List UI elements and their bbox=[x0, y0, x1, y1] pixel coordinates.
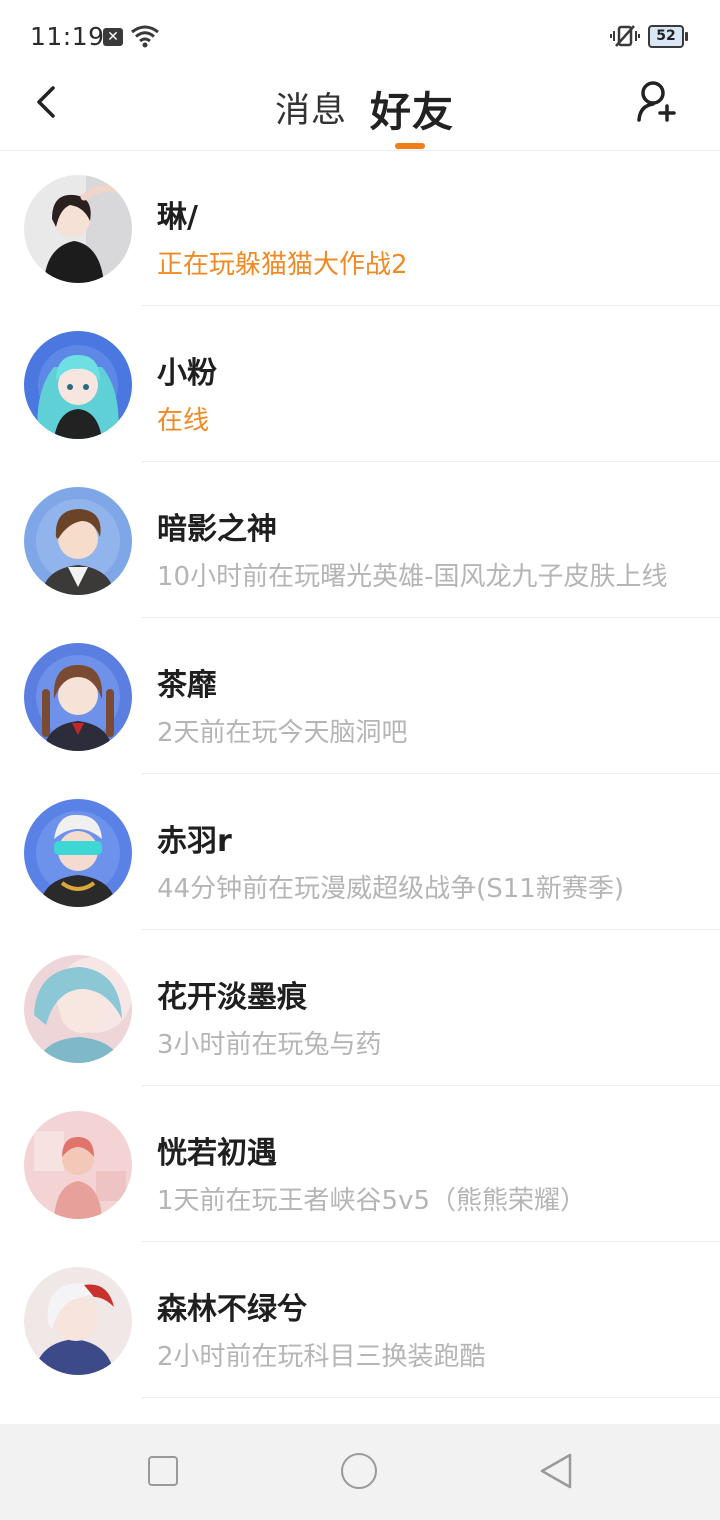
avatar[interactable] bbox=[24, 955, 132, 1063]
add-user-icon bbox=[637, 81, 676, 122]
friend-name: 森林不绿兮 bbox=[157, 1292, 307, 1327]
system-navigation-bar bbox=[0, 1424, 720, 1520]
avatar[interactable] bbox=[24, 1111, 132, 1219]
friend-list-item[interactable]: 茶靡 2天前在玩今天脑洞吧 bbox=[0, 618, 720, 774]
friend-status: 在线 bbox=[157, 406, 210, 436]
chevron-left-icon bbox=[37, 86, 55, 118]
friend-status: 1天前在玩王者峡谷5v5（熊熊荣耀） bbox=[157, 1186, 587, 1216]
status-bar: 11:19 ✕ 52 bbox=[0, 0, 720, 72]
status-time: 11:19 bbox=[30, 22, 105, 51]
friend-list-item[interactable]: 森林不绿兮 2小时前在玩科目三换装跑酷 bbox=[0, 1242, 720, 1398]
friend-name: 赤羽r bbox=[157, 824, 232, 859]
friend-status: 3小时前在玩兔与药 bbox=[157, 1030, 382, 1060]
x-box-icon: ✕ bbox=[103, 28, 123, 46]
avatar[interactable] bbox=[24, 1267, 132, 1375]
tab-messages[interactable]: 消息 bbox=[275, 82, 347, 133]
friend-name: 琳/ bbox=[157, 200, 198, 235]
battery-icon: 52 bbox=[648, 25, 688, 48]
home-circle-icon[interactable] bbox=[341, 1453, 377, 1489]
avatar[interactable] bbox=[24, 175, 132, 283]
friend-list-item[interactable]: 花开淡墨痕 3小时前在玩兔与药 bbox=[0, 930, 720, 1086]
friend-status: 正在玩躲猫猫大作战2 bbox=[157, 250, 408, 280]
back-triangle-icon[interactable] bbox=[538, 1452, 574, 1494]
friend-name: 小粉 bbox=[157, 356, 217, 391]
recents-square-icon[interactable] bbox=[148, 1456, 178, 1486]
friend-status: 44分钟前在玩漫威超级战争(S11新赛季) bbox=[157, 874, 624, 904]
divider bbox=[142, 1397, 720, 1398]
friend-list-item[interactable]: 琳/ 正在玩躲猫猫大作战2 bbox=[0, 150, 720, 306]
friend-status: 10小时前在玩曙光英雄-国风龙九子皮肤上线 bbox=[157, 562, 668, 592]
vibrate-icon bbox=[610, 24, 640, 52]
active-tab-indicator bbox=[395, 143, 425, 149]
friend-name: 暗影之神 bbox=[157, 512, 277, 547]
friend-list-item[interactable]: 小粉 在线 bbox=[0, 306, 720, 462]
friend-list: 琳/ 正在玩躲猫猫大作战2 小粉 在线 暗影之神 10小时前在玩曙光英雄-国风龙… bbox=[0, 150, 720, 1424]
friend-list-item[interactable]: 赤羽r 44分钟前在玩漫威超级战争(S11新赛季) bbox=[0, 774, 720, 930]
avatar[interactable] bbox=[24, 643, 132, 751]
avatar[interactable] bbox=[24, 331, 132, 439]
tab-friends[interactable]: 好友 bbox=[370, 78, 454, 138]
friend-status: 2小时前在玩科目三换装跑酷 bbox=[157, 1342, 486, 1372]
friend-status: 2天前在玩今天脑洞吧 bbox=[157, 718, 408, 748]
wifi-icon bbox=[130, 24, 160, 52]
friend-name: 花开淡墨痕 bbox=[157, 980, 307, 1015]
header: 消息 好友 bbox=[0, 72, 720, 151]
friend-list-item[interactable]: 恍若初遇 1天前在玩王者峡谷5v5（熊熊荣耀） bbox=[0, 1086, 720, 1242]
friend-name: 恍若初遇 bbox=[157, 1136, 277, 1171]
avatar[interactable] bbox=[24, 799, 132, 907]
add-friend-button[interactable] bbox=[634, 78, 680, 124]
back-button[interactable] bbox=[26, 80, 68, 122]
friend-list-item[interactable]: 暗影之神 10小时前在玩曙光英雄-国风龙九子皮肤上线 bbox=[0, 462, 720, 618]
avatar[interactable] bbox=[24, 487, 132, 595]
friend-name: 茶靡 bbox=[157, 668, 217, 703]
